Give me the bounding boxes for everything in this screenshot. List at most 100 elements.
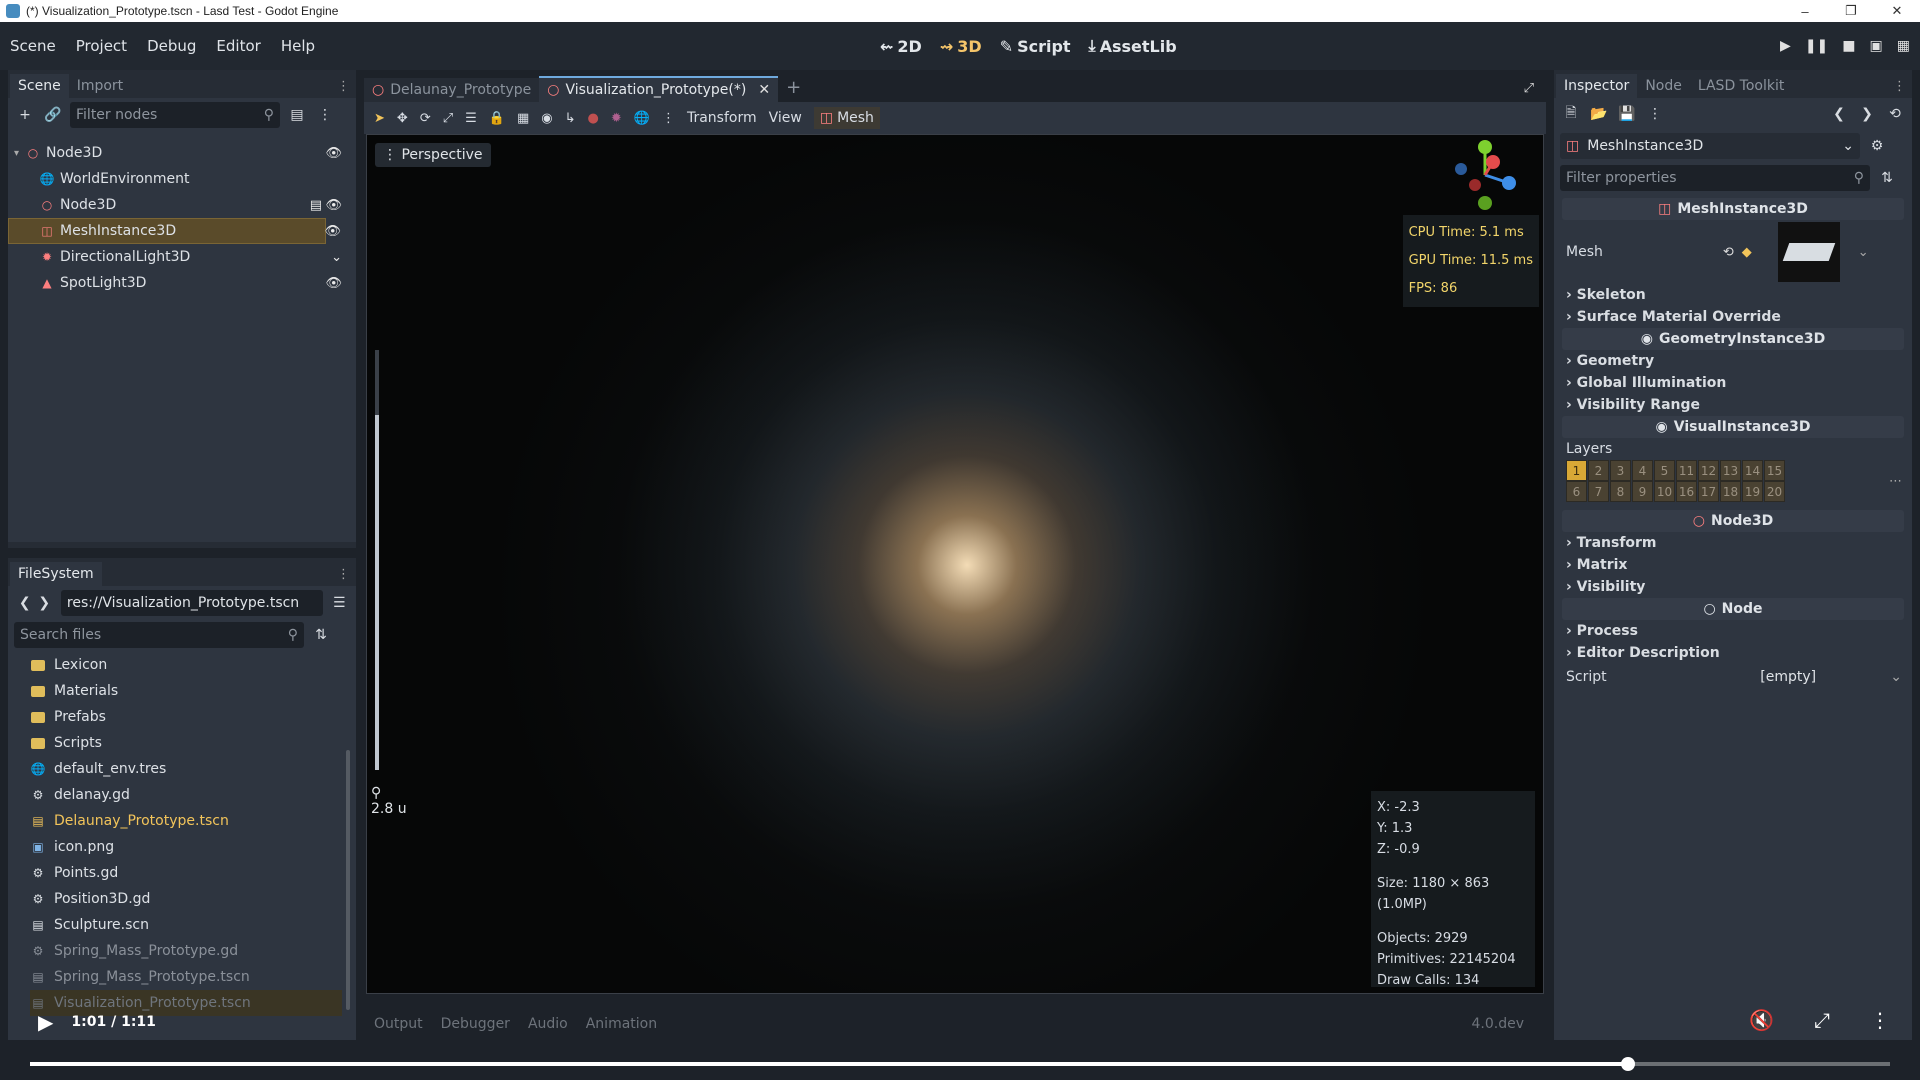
tree-node-spotlight3d[interactable]: ▲ SpotLight3D 👁 xyxy=(8,270,356,296)
gizmo-z-handle[interactable] xyxy=(1502,176,1516,190)
mute-icon[interactable]: 🔇 xyxy=(1749,1008,1774,1032)
tab-output[interactable]: Output xyxy=(374,1016,423,1032)
group-icon[interactable]: ▦ xyxy=(517,111,529,126)
forward-arrow-icon[interactable]: ❯ xyxy=(33,592,54,614)
section-transform[interactable]: › Transform xyxy=(1554,532,1912,554)
section-geometry[interactable]: › Geometry xyxy=(1554,350,1912,372)
layer-cell[interactable]: 10 xyxy=(1654,481,1675,502)
class-header-visualinstance3d[interactable]: ◉ VisualInstance3D xyxy=(1562,416,1904,438)
layer-cell[interactable]: 5 xyxy=(1654,460,1675,481)
tab-audio[interactable]: Audio xyxy=(528,1016,568,1032)
save-icon[interactable]: 💾 xyxy=(1616,103,1638,125)
layer-cell[interactable]: 2 xyxy=(1588,460,1609,481)
instance-scene-icon[interactable]: ▤ xyxy=(286,104,308,126)
section-global-illumination[interactable]: › Global Illumination xyxy=(1554,372,1912,394)
visibility-eye-icon[interactable]: 👁 xyxy=(324,224,341,239)
layer-cell[interactable]: 13 xyxy=(1720,460,1741,481)
list-select-icon[interactable]: ☰ xyxy=(465,111,477,126)
close-icon[interactable]: ✕ xyxy=(758,82,770,98)
dock-menu-icon[interactable]: ⋮ xyxy=(337,79,350,98)
tab-delaunay-prototype[interactable]: ○ Delaunay_Prototype xyxy=(364,78,540,102)
stop-icon[interactable]: ■ xyxy=(1842,38,1855,54)
list-item[interactable]: ▤ Spring_Mass_Prototype.tscn xyxy=(30,964,356,990)
filter-properties-input[interactable]: Filter properties ⚲ xyxy=(1560,165,1870,191)
tab-import[interactable]: Import xyxy=(69,74,131,98)
more-options-icon[interactable]: ⋮ xyxy=(662,111,675,126)
add-node-icon[interactable]: + xyxy=(14,104,36,126)
open-folder-icon[interactable]: 📂 xyxy=(1588,103,1610,125)
section-surface-material-override[interactable]: › Surface Material Override xyxy=(1554,306,1912,328)
history-icon[interactable]: ⟲ xyxy=(1884,103,1906,125)
new-resource-icon[interactable]: 🗎 xyxy=(1560,103,1582,125)
layer-cell[interactable]: 11 xyxy=(1676,460,1697,481)
more-options-icon[interactable]: ⋯ xyxy=(1889,474,1902,489)
list-item[interactable]: ▣ icon.png xyxy=(30,834,356,860)
orientation-gizmo[interactable] xyxy=(1445,135,1525,215)
restore-button[interactable]: ❐ xyxy=(1828,0,1874,22)
section-matrix[interactable]: › Matrix xyxy=(1554,554,1912,576)
gizmo-y-handle[interactable] xyxy=(1478,140,1492,154)
scrollbar[interactable] xyxy=(346,750,350,1010)
mesh-preview[interactable] xyxy=(1777,222,1840,282)
class-header-node3d[interactable]: ○ Node3D xyxy=(1562,510,1904,532)
more-options-icon[interactable]: ⋮ xyxy=(1870,1008,1890,1032)
section-skeleton[interactable]: › Skeleton xyxy=(1554,284,1912,306)
transform-menu[interactable]: Transform xyxy=(687,110,757,126)
progress-knob[interactable] xyxy=(1620,1057,1635,1071)
tree-node-meshinstance3d[interactable]: ◫ MeshInstance3D 👁 xyxy=(8,218,341,244)
tree-node-directionallight3d[interactable]: ✹ DirectionalLight3D ⌄ xyxy=(8,244,356,270)
more-options-icon[interactable]: ⋮ xyxy=(314,104,336,126)
keyframe-icon[interactable]: ◆ xyxy=(1742,245,1752,260)
preview-light-icon[interactable]: ✹ xyxy=(611,111,622,126)
tab-visualization-prototype[interactable]: ○ Visualization_Prototype(*) ✕ xyxy=(539,76,779,102)
section-visibility-range[interactable]: › Visibility Range xyxy=(1554,394,1912,416)
layer-cell[interactable]: 4 xyxy=(1632,460,1653,481)
section-visibility[interactable]: › Visibility xyxy=(1554,576,1912,598)
layer-cell[interactable]: 16 xyxy=(1676,481,1697,502)
layer-cell[interactable]: 1 xyxy=(1566,460,1587,481)
snap-icon[interactable]: ↳ xyxy=(565,111,576,126)
preview-environment-icon[interactable]: 🌐 xyxy=(634,111,650,126)
menu-scene[interactable]: Scene xyxy=(0,37,66,55)
visibility-eye-icon[interactable]: 👁 xyxy=(325,276,342,291)
list-item[interactable]: ⚙ Points.gd xyxy=(30,860,356,886)
layer-cell[interactable]: 17 xyxy=(1698,481,1719,502)
layer-cell[interactable]: 6 xyxy=(1566,481,1587,502)
local-space-icon[interactable]: ◉ xyxy=(541,111,552,126)
list-item[interactable]: ⚙ Spring_Mass_Prototype.gd xyxy=(30,938,356,964)
rotate-tool-icon[interactable]: ⟳ xyxy=(420,111,431,126)
mode-2d-button[interactable]: ⇜ 2D xyxy=(880,37,922,56)
layer-cell[interactable]: 14 xyxy=(1742,460,1763,481)
mesh-menu[interactable]: ◫ Mesh xyxy=(813,107,880,129)
menu-debug[interactable]: Debug xyxy=(137,37,206,55)
tab-inspector[interactable]: Inspector xyxy=(1556,74,1638,98)
tab-node[interactable]: Node xyxy=(1637,74,1690,98)
list-item[interactable]: ▤ Sculpture.scn xyxy=(30,912,356,938)
mode-3d-button[interactable]: ⇝ 3D xyxy=(940,37,982,56)
sort-icon[interactable]: ⇅ xyxy=(1876,167,1898,189)
search-files-input[interactable]: Search files ⚲ xyxy=(14,622,304,648)
tab-scene[interactable]: Scene xyxy=(10,74,69,98)
list-item[interactable]: ⚙ Position3D.gd xyxy=(30,886,356,912)
add-tab-icon[interactable]: + xyxy=(778,73,809,102)
zoom-slider[interactable] xyxy=(375,350,379,770)
back-arrow-icon[interactable]: ❮ xyxy=(14,592,35,614)
tab-animation[interactable]: Animation xyxy=(586,1016,657,1032)
list-item[interactable]: Lexicon xyxy=(30,652,356,678)
list-item[interactable]: ▤ Delaunay_Prototype.tscn xyxy=(30,808,356,834)
visibility-eye-icon[interactable]: 👁 xyxy=(325,198,342,213)
tree-node-root[interactable]: ▾ ○ Node3D 👁 xyxy=(8,140,356,166)
tab-debugger[interactable]: Debugger xyxy=(441,1016,510,1032)
layer-cell[interactable]: 9 xyxy=(1632,481,1653,502)
class-header-geometryinstance3d[interactable]: ◉ GeometryInstance3D xyxy=(1562,328,1904,350)
layer-cell[interactable]: 15 xyxy=(1764,460,1785,481)
tab-filesystem[interactable]: FileSystem xyxy=(10,562,102,586)
back-arrow-icon[interactable]: ❮ xyxy=(1828,103,1850,125)
play-icon[interactable]: ▶ xyxy=(1780,38,1791,54)
more-options-icon[interactable]: ⋮ xyxy=(1644,103,1666,125)
gizmo-x-handle[interactable] xyxy=(1486,155,1500,169)
filter-nodes-input[interactable]: Filter nodes ⚲ xyxy=(70,102,280,128)
exit-fullscreen-icon[interactable]: ⤢ xyxy=(1814,1008,1830,1032)
list-item[interactable]: ⚙ delanay.gd xyxy=(30,782,356,808)
video-progress-bar[interactable] xyxy=(0,1050,1920,1080)
